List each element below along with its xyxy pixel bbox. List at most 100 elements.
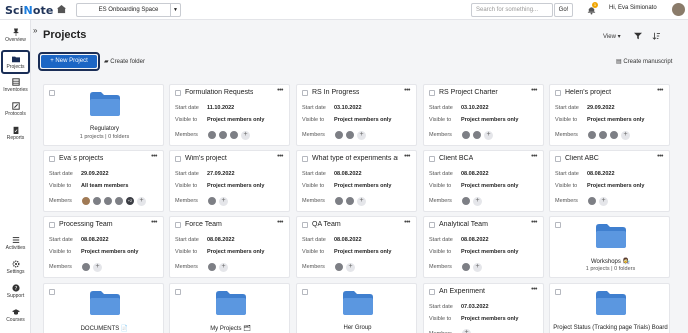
select-checkbox[interactable] bbox=[555, 156, 561, 162]
select-checkbox[interactable] bbox=[429, 90, 435, 96]
add-member-button[interactable]: + bbox=[219, 262, 228, 272]
avatar[interactable] bbox=[92, 196, 102, 206]
select-checkbox[interactable] bbox=[429, 222, 435, 228]
sidebar-item-support[interactable]: ? Support bbox=[1, 284, 30, 299]
project-card[interactable]: Client ABC ••• Start date 08.08.2022 Visible… bbox=[549, 150, 670, 212]
avatar[interactable] bbox=[334, 262, 344, 272]
select-checkbox[interactable] bbox=[302, 156, 308, 162]
new-project-button[interactable]: + New Project bbox=[41, 55, 97, 68]
project-card[interactable]: Processing Team ••• Start date 08.08.2022 Vi… bbox=[43, 216, 164, 278]
avatar[interactable] bbox=[587, 130, 597, 140]
more-members-badge[interactable]: +2 bbox=[125, 196, 135, 206]
select-checkbox[interactable] bbox=[49, 289, 55, 295]
add-member-button[interactable]: + bbox=[93, 262, 102, 272]
select-checkbox[interactable] bbox=[429, 289, 435, 295]
avatar[interactable] bbox=[345, 130, 355, 140]
select-checkbox[interactable] bbox=[302, 222, 308, 228]
avatar[interactable] bbox=[598, 130, 608, 140]
project-card[interactable]: RS Project Charter ••• Start date 03.10.202… bbox=[423, 84, 544, 146]
sidebar-item-protocols[interactable]: Protocols bbox=[1, 102, 30, 117]
project-title[interactable]: What type of experiments are... bbox=[312, 155, 398, 162]
more-options-icon[interactable]: ••• bbox=[657, 153, 663, 160]
user-avatar[interactable] bbox=[672, 3, 685, 16]
avatar[interactable] bbox=[461, 196, 471, 206]
sidebar-item-inventories[interactable]: Inventories bbox=[1, 78, 30, 93]
project-title[interactable]: Eva´s projects bbox=[59, 155, 103, 162]
avatar[interactable] bbox=[81, 196, 91, 206]
add-member-button[interactable]: + bbox=[357, 130, 366, 140]
project-card[interactable]: Eva´s projects ••• Start date 29.09.2022 Vis… bbox=[43, 150, 164, 212]
select-checkbox[interactable] bbox=[429, 156, 435, 162]
project-card[interactable]: Analytical Team ••• Start date 08.08.2022 Vi… bbox=[423, 216, 544, 278]
project-title[interactable]: Analytical Team bbox=[439, 221, 488, 228]
project-card[interactable]: Helen's project ••• Start date 29.09.2022 Vi… bbox=[549, 84, 670, 146]
add-member-button[interactable]: + bbox=[599, 196, 608, 206]
more-options-icon[interactable]: ••• bbox=[404, 87, 410, 94]
more-options-icon[interactable]: ••• bbox=[404, 153, 410, 160]
add-member-button[interactable]: + bbox=[473, 262, 482, 272]
avatar[interactable] bbox=[334, 196, 344, 206]
add-member-button[interactable]: + bbox=[137, 196, 146, 206]
sidebar-item-settings[interactable]: Settings bbox=[1, 260, 30, 275]
filter-icon[interactable] bbox=[634, 32, 642, 40]
more-options-icon[interactable]: ••• bbox=[531, 219, 537, 226]
project-title[interactable]: Force Team bbox=[185, 221, 222, 228]
avatar[interactable] bbox=[334, 130, 344, 140]
more-options-icon[interactable]: ••• bbox=[151, 153, 157, 160]
select-checkbox[interactable] bbox=[49, 222, 55, 228]
avatar[interactable] bbox=[218, 130, 228, 140]
avatar[interactable] bbox=[81, 262, 91, 272]
folder-card[interactable]: Workshops 👩‍🔬 1 projects | 0 folders bbox=[549, 216, 670, 278]
collapse-sidebar-icon[interactable]: » bbox=[33, 26, 37, 35]
project-title[interactable]: An Experiment bbox=[439, 288, 485, 295]
sidebar-item-overview[interactable]: Overview bbox=[1, 28, 30, 43]
project-title[interactable]: RS In Progress bbox=[312, 89, 359, 96]
select-checkbox[interactable] bbox=[49, 90, 55, 96]
create-manuscript-button[interactable]: ▤ Create manuscript bbox=[616, 58, 672, 65]
search-go-button[interactable]: Go! bbox=[554, 3, 573, 17]
avatar[interactable] bbox=[461, 130, 471, 140]
select-checkbox[interactable] bbox=[302, 289, 308, 295]
add-member-button[interactable]: + bbox=[241, 130, 250, 140]
more-options-icon[interactable]: ••• bbox=[151, 219, 157, 226]
select-checkbox[interactable] bbox=[555, 289, 561, 295]
project-title[interactable]: RS Project Charter bbox=[439, 89, 498, 96]
project-title[interactable]: QA Team bbox=[312, 221, 341, 228]
sidebar-item-courses[interactable]: Courses bbox=[1, 308, 30, 323]
add-member-button[interactable]: + bbox=[346, 262, 355, 272]
project-title[interactable]: Formulation Requests bbox=[185, 89, 253, 96]
add-member-button[interactable]: + bbox=[219, 196, 228, 206]
project-card[interactable]: Formulation Requests ••• Start date 11.10.2… bbox=[169, 84, 290, 146]
project-card[interactable]: An Experiment ••• Start date 07.03.2022 Visi… bbox=[423, 283, 544, 333]
folder-card[interactable]: Her Group bbox=[296, 283, 417, 333]
add-member-button[interactable]: + bbox=[621, 130, 630, 140]
view-mode-dropdown[interactable]: View ▾ bbox=[603, 33, 621, 40]
project-card[interactable]: QA Team ••• Start date 08.08.2022 Visible to… bbox=[296, 216, 417, 278]
select-checkbox[interactable] bbox=[175, 156, 181, 162]
team-home-icon[interactable] bbox=[57, 5, 66, 14]
avatar[interactable] bbox=[461, 262, 471, 272]
project-title[interactable]: Client BCA bbox=[439, 155, 473, 162]
avatar[interactable] bbox=[103, 196, 113, 206]
select-checkbox[interactable] bbox=[49, 156, 55, 162]
avatar[interactable] bbox=[345, 196, 355, 206]
search-input[interactable]: Search for something... bbox=[471, 3, 553, 17]
project-title[interactable]: Client ABC bbox=[565, 155, 599, 162]
sidebar-item-reports[interactable]: Reports bbox=[1, 126, 30, 141]
select-checkbox[interactable] bbox=[175, 90, 181, 96]
select-checkbox[interactable] bbox=[555, 90, 561, 96]
avatar[interactable] bbox=[472, 130, 482, 140]
project-card[interactable]: Client BCA ••• Start date 08.08.2022 Visible… bbox=[423, 150, 544, 212]
more-options-icon[interactable]: ••• bbox=[277, 87, 283, 94]
project-card[interactable]: Force Team ••• Start date 08.08.2022 Visible… bbox=[169, 216, 290, 278]
more-options-icon[interactable]: ••• bbox=[657, 87, 663, 94]
project-title[interactable]: Wim's project bbox=[185, 155, 227, 162]
folder-card[interactable]: Project Status (Tracking page Trials) Bo… bbox=[549, 283, 670, 333]
avatar[interactable] bbox=[207, 196, 217, 206]
sidebar-item-activities[interactable]: Activities bbox=[1, 236, 30, 251]
more-options-icon[interactable]: ••• bbox=[277, 153, 283, 160]
sort-icon[interactable] bbox=[652, 32, 660, 40]
avatar[interactable] bbox=[587, 196, 597, 206]
sidebar-item-projects[interactable]: Projects bbox=[1, 50, 30, 74]
add-member-button[interactable]: + bbox=[484, 130, 493, 140]
